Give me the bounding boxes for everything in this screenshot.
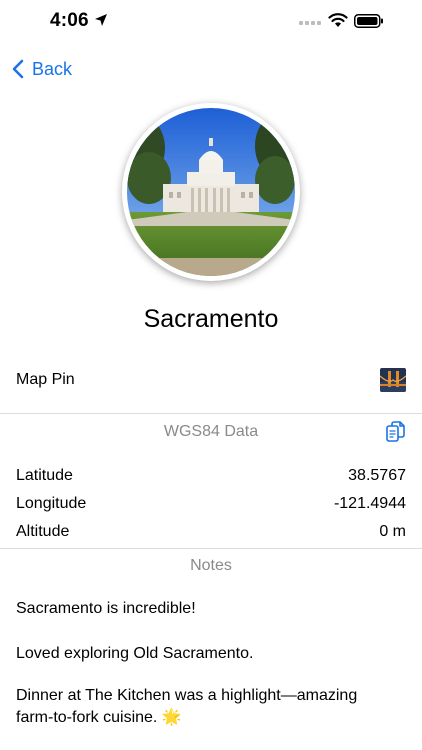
notes-paragraph: Loved exploring Old Sacramento. bbox=[16, 645, 254, 662]
status-time: 4:06 bbox=[50, 10, 89, 31]
map-pin-thumbnail[interactable] bbox=[380, 368, 406, 392]
notes-paragraph: Dinner at The Kitchen was a highlight—am… bbox=[16, 687, 358, 726]
longitude-value: -121.4944 bbox=[333, 495, 406, 512]
divider bbox=[0, 548, 422, 549]
notes-paragraph: Sacramento is incredible! bbox=[16, 600, 196, 617]
wgs84-section-header: WGS84 Data bbox=[163, 423, 259, 440]
latitude-value: 38.5767 bbox=[348, 467, 406, 484]
notes-section-header: Notes bbox=[190, 557, 232, 574]
longitude-label: Longitude bbox=[16, 495, 87, 512]
signal-icon bbox=[299, 21, 321, 25]
map-pin-label: Map Pin bbox=[16, 371, 75, 388]
wifi-icon bbox=[328, 13, 348, 27]
latitude-row: Latitude 38.5767 bbox=[16, 465, 406, 487]
capitol-building-image bbox=[127, 108, 295, 276]
longitude-row: Longitude -121.4944 bbox=[16, 493, 406, 515]
place-title: Sacramento bbox=[143, 305, 279, 333]
copy-icon[interactable] bbox=[385, 420, 407, 444]
map-pin-image bbox=[380, 368, 406, 392]
altitude-row: Altitude 0 m bbox=[16, 521, 406, 543]
battery-icon bbox=[354, 14, 383, 28]
place-photo bbox=[122, 103, 300, 281]
back-button[interactable]: Back bbox=[12, 56, 72, 82]
chevron-left-icon bbox=[12, 59, 24, 79]
back-label: Back bbox=[32, 58, 73, 79]
latitude-label: Latitude bbox=[16, 467, 73, 484]
map-pin-row[interactable]: Map Pin bbox=[16, 366, 406, 394]
altitude-value: 0 m bbox=[379, 523, 406, 540]
divider bbox=[0, 413, 422, 414]
location-arrow-icon bbox=[95, 14, 107, 26]
altitude-label: Altitude bbox=[16, 523, 70, 540]
status-bar: 4:06 bbox=[0, 0, 422, 44]
